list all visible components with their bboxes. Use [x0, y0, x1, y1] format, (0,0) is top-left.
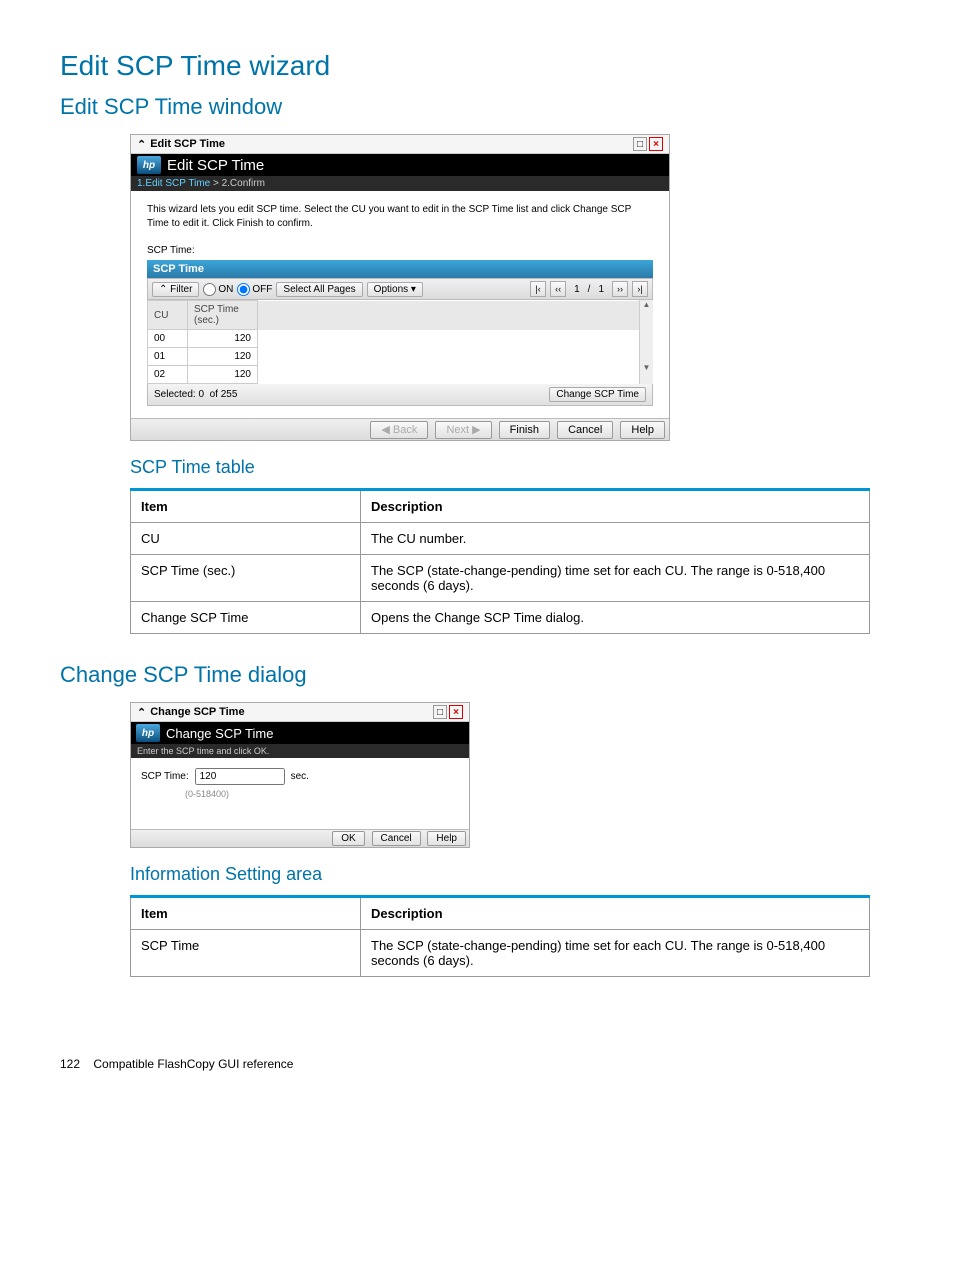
back-button: ◀ Back [370, 421, 428, 439]
pager-prev-button[interactable]: ‹‹ [550, 281, 566, 297]
step-2: 2.Confirm [222, 178, 265, 189]
collapse-icon[interactable]: ⌃ [137, 706, 146, 719]
info-setting-table: Item Description SCP TimeThe SCP (state-… [130, 895, 870, 977]
change-scp-time-button[interactable]: Change SCP Time [549, 387, 646, 402]
table-row: SCP Time (sec.)The SCP (state-change-pen… [131, 555, 870, 602]
help-button[interactable]: Help [427, 831, 466, 846]
grid-footer: Selected: 0 of 255 Change SCP Time [147, 384, 653, 406]
help-button[interactable]: Help [620, 421, 665, 439]
dialog-header-title: Change SCP Time [166, 726, 273, 741]
window-titlebar: ⌃ Edit SCP Time □ × [131, 135, 669, 154]
step-1: 1.Edit SCP Time [137, 178, 210, 189]
scp-time-field-label: SCP Time: [141, 771, 189, 782]
dialog-titlebar: ⌃ Change SCP Time □ × [131, 703, 469, 722]
pager-last-button[interactable]: ›| [632, 281, 648, 297]
pager-total: 1 [598, 284, 604, 295]
grid-title: SCP Time [147, 260, 653, 278]
table-row: CUThe CU number. [131, 523, 870, 555]
window-header: hp Edit SCP Time [131, 154, 669, 176]
pager-first-button[interactable]: |‹ [530, 281, 546, 297]
col-scp[interactable]: SCP Time (sec.) [188, 301, 258, 330]
footer-text: Compatible FlashCopy GUI reference [93, 1057, 293, 1071]
dialog-title: Change SCP Time [150, 706, 244, 718]
vertical-scrollbar[interactable]: ▲ ▼ [639, 300, 653, 384]
change-scp-time-dialog: ⌃ Change SCP Time □ × hp Change SCP Time… [130, 702, 470, 848]
col-description: Description [361, 490, 870, 523]
ok-button[interactable]: OK [332, 831, 364, 846]
close-button[interactable]: × [649, 137, 663, 151]
page-heading-2b: Change SCP Time dialog [60, 662, 894, 688]
info-setting-heading: Information Setting area [130, 864, 894, 885]
wizard-button-row: ◀ Back Next ▶ Finish Cancel Help [131, 418, 669, 440]
wizard-instruction: This wizard lets you edit SCP time. Sele… [147, 203, 653, 231]
page-heading-1: Edit SCP Time wizard [60, 50, 894, 82]
table-row[interactable]: 01120 [148, 348, 639, 366]
pager-current: 1 [574, 284, 580, 295]
scp-time-reference-table: Item Description CUThe CU number. SCP Ti… [130, 488, 870, 634]
next-button: Next ▶ [435, 421, 491, 439]
scp-time-unit: sec. [291, 771, 309, 782]
hp-logo-icon: hp [136, 724, 160, 742]
table-row[interactable]: 02120 [148, 366, 639, 384]
col-description: Description [361, 897, 870, 930]
close-button[interactable]: × [449, 705, 463, 719]
col-item: Item [131, 490, 361, 523]
table-row[interactable]: 00120 [148, 330, 639, 348]
wizard-steps: 1.Edit SCP Time > 2.Confirm [131, 176, 669, 191]
col-item: Item [131, 897, 361, 930]
col-cu[interactable]: CU [148, 301, 188, 330]
filter-button[interactable]: ⌃ Filter [152, 282, 199, 297]
header-title: Edit SCP Time [167, 157, 264, 174]
step-separator: > [213, 178, 219, 189]
window-title: Edit SCP Time [150, 138, 225, 150]
dialog-button-row: OK Cancel Help [131, 829, 469, 847]
page-footer: 122 Compatible FlashCopy GUI reference [60, 1057, 894, 1071]
edit-scp-time-window: ⌃ Edit SCP Time □ × hp Edit SCP Time 1.E… [130, 134, 670, 441]
page-number: 122 [60, 1057, 80, 1071]
maximize-button[interactable]: □ [633, 137, 647, 151]
maximize-button[interactable]: □ [433, 705, 447, 719]
cancel-button[interactable]: Cancel [372, 831, 421, 846]
of-label: of [210, 389, 218, 400]
scp-time-grid: CU SCP Time (sec.) 00120 01120 02120 [147, 300, 639, 384]
pager-next-button[interactable]: ›› [612, 281, 628, 297]
table-row: Change SCP TimeOpens the Change SCP Time… [131, 602, 870, 634]
hp-logo-icon: hp [137, 156, 161, 174]
scp-time-label: SCP Time: [147, 245, 653, 256]
dialog-subheader: Enter the SCP time and click OK. [131, 744, 469, 758]
selected-label: Selected: [154, 389, 196, 400]
dialog-header: hp Change SCP Time [131, 722, 469, 744]
grid-toolbar: ⌃ Filter ON OFF Select All Pages Options… [147, 278, 653, 300]
select-all-pages-button[interactable]: Select All Pages [276, 282, 362, 297]
scp-time-table-heading: SCP Time table [130, 457, 894, 478]
scp-time-input[interactable] [195, 768, 285, 785]
options-button[interactable]: Options ▾ [367, 282, 423, 297]
page-heading-2a: Edit SCP Time window [60, 94, 894, 120]
total-count: 255 [221, 389, 238, 400]
filter-off-radio[interactable]: OFF [237, 283, 272, 296]
collapse-icon[interactable]: ⌃ [137, 138, 146, 151]
selected-count: 0 [198, 389, 204, 400]
filter-on-radio[interactable]: ON [203, 283, 233, 296]
finish-button[interactable]: Finish [499, 421, 550, 439]
pager-sep: / [588, 284, 591, 295]
scp-time-hint: (0-518400) [185, 789, 469, 799]
table-row: SCP TimeThe SCP (state-change-pending) t… [131, 930, 870, 977]
cancel-button[interactable]: Cancel [557, 421, 613, 439]
